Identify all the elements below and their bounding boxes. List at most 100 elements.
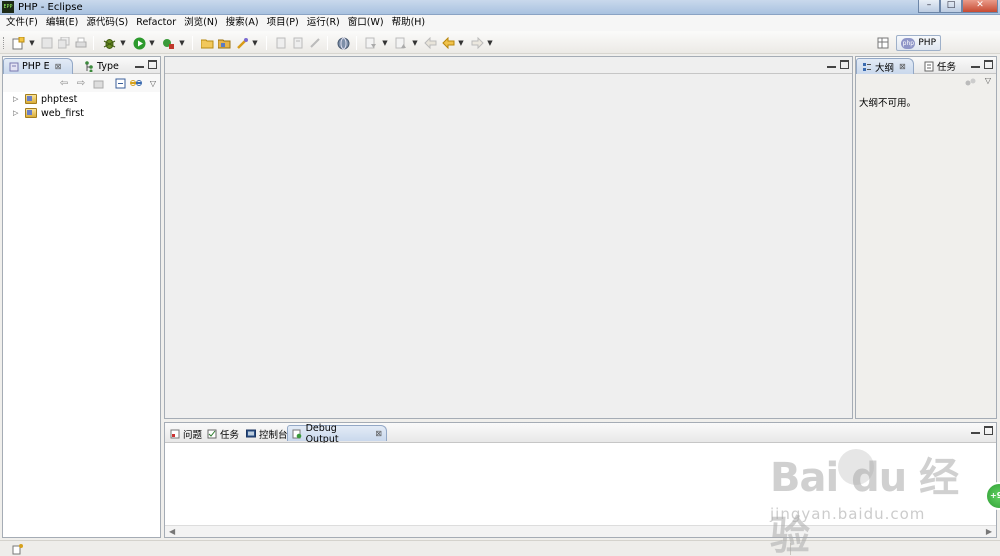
open-perspective-icon[interactable]	[876, 36, 890, 50]
fast-view-icon[interactable]	[12, 543, 24, 556]
outline-sort-icon[interactable]	[965, 77, 976, 90]
menu-navigate[interactable]: 浏览(N)	[180, 15, 222, 31]
up-icon[interactable]	[91, 76, 105, 90]
back-icon[interactable]	[440, 35, 456, 51]
minimize-view-icon[interactable]	[971, 428, 980, 434]
tab-tasks[interactable]: 任务	[202, 426, 243, 442]
close-tab-icon[interactable]: ⊠	[375, 429, 382, 438]
project-tree: ▷ phptest ▷ web_first	[3, 92, 160, 537]
toolbar-grip[interactable]	[3, 37, 6, 49]
tab-php-explorer-label: PHP E	[22, 61, 50, 72]
new-dropdown-icon[interactable]: ▼	[28, 35, 36, 51]
menu-file[interactable]: 文件(F)	[2, 15, 42, 31]
maximize-view-icon[interactable]	[148, 60, 157, 69]
minimize-button[interactable]: –	[918, 0, 940, 13]
tab-console[interactable]: 控制台	[241, 426, 292, 442]
menu-run[interactable]: 运行(R)	[303, 15, 344, 31]
tab-type-hierarchy[interactable]: Type	[79, 58, 123, 74]
globe-icon[interactable]	[335, 35, 351, 51]
scroll-right-icon[interactable]: ▶	[986, 527, 992, 536]
menu-search[interactable]: 搜索(A)	[222, 15, 263, 31]
open-project-icon[interactable]	[216, 35, 232, 51]
tab-problems[interactable]: 问题	[165, 426, 206, 442]
menu-project[interactable]: 项目(P)	[263, 15, 303, 31]
tab-tasks[interactable]: 任务	[919, 58, 960, 74]
run-icon[interactable]	[131, 35, 147, 51]
toolbar-separator	[327, 36, 328, 50]
view-controls	[135, 60, 157, 69]
menu-refactor[interactable]: Refactor	[132, 15, 180, 31]
external-tools-dropdown-icon[interactable]: ▼	[178, 35, 186, 51]
main-toolbar: ▼ ▼ ▼ ▼ ▼ ▼ ▼ ▼ ▼ php PHP	[0, 31, 1000, 54]
quick-access-dropdown-icon[interactable]: ▼	[251, 35, 259, 51]
new-file-icon[interactable]	[10, 35, 26, 51]
print-icon[interactable]	[73, 35, 89, 51]
save-all-icon[interactable]	[56, 35, 72, 51]
quick-access-icon[interactable]	[234, 35, 250, 51]
previous-annotation-dropdown-icon[interactable]: ▼	[411, 35, 419, 51]
php-perspective-icon: php	[901, 37, 916, 49]
next-annotation-dropdown-icon[interactable]: ▼	[381, 35, 389, 51]
block-selection-icon[interactable]	[307, 35, 323, 51]
back-icon[interactable]: ⇦	[57, 76, 71, 90]
tree-item[interactable]: ▷ web_first	[3, 106, 160, 120]
menu-bar: 文件(F) 编辑(E) 源代码(S) Refactor 浏览(N) 搜索(A) …	[0, 15, 1000, 31]
close-tab-icon[interactable]: ⊠	[55, 62, 62, 71]
tree-item[interactable]: ▷ phptest	[3, 92, 160, 106]
toggle-mark-occurrences-icon[interactable]	[290, 35, 306, 51]
debug-output-content[interactable]: ◀ ▶	[165, 443, 996, 537]
debug-icon[interactable]	[101, 35, 117, 51]
view-menu-icon[interactable]: ▽	[146, 76, 160, 90]
outline-panel: 大纲 ⊠ 任务 ▽ 大纲不可用。	[855, 56, 997, 419]
debug-output-icon	[292, 428, 303, 439]
forward-icon[interactable]: ⇨	[74, 76, 88, 90]
eclipse-app-icon: EPP	[2, 1, 14, 13]
menu-window[interactable]: 窗口(W)	[344, 15, 388, 31]
save-icon[interactable]	[39, 35, 55, 51]
view-menu-icon[interactable]: ▽	[985, 76, 991, 85]
maximize-view-icon[interactable]	[984, 426, 993, 435]
menu-help[interactable]: 帮助(H)	[388, 15, 430, 31]
tab-debug-output[interactable]: Debug Output ⊠	[287, 423, 387, 445]
minimize-view-icon[interactable]	[135, 62, 144, 68]
menu-edit[interactable]: 编辑(E)	[42, 15, 82, 31]
minimize-editor-icon[interactable]	[827, 62, 836, 68]
type-hierarchy-icon	[83, 60, 94, 72]
outline-unavailable-message: 大纲不可用。	[859, 98, 917, 109]
scroll-left-icon[interactable]: ◀	[169, 527, 175, 536]
php-project-icon	[25, 108, 37, 118]
debug-dropdown-icon[interactable]: ▼	[119, 35, 127, 51]
tree-item-label: phptest	[41, 93, 78, 105]
forward-icon[interactable]	[469, 35, 485, 51]
tasks-icon	[206, 429, 217, 440]
maximize-button[interactable]: □	[940, 0, 962, 13]
external-tools-icon[interactable]	[160, 35, 176, 51]
link-with-editor-icon[interactable]	[129, 76, 143, 90]
tab-php-explorer[interactable]: PHP E ⊠	[3, 58, 73, 74]
php-explorer-tabbar: PHP E ⊠ Type	[3, 57, 160, 74]
close-tab-icon[interactable]: ⊠	[899, 62, 906, 71]
menu-source[interactable]: 源代码(S)	[82, 15, 132, 31]
minimize-view-icon[interactable]	[971, 62, 980, 68]
view-controls	[971, 426, 993, 435]
maximize-editor-icon[interactable]	[840, 60, 849, 69]
status-bar	[0, 540, 1000, 556]
last-edit-location-icon[interactable]	[422, 35, 438, 51]
collapse-all-icon[interactable]	[113, 76, 127, 90]
back-dropdown-icon[interactable]: ▼	[457, 35, 465, 51]
close-button[interactable]: ✕	[962, 0, 998, 13]
toggle-breadcrumb-icon[interactable]	[273, 35, 289, 51]
horizontal-scrollbar[interactable]: ◀ ▶	[165, 525, 996, 537]
next-annotation-icon[interactable]	[363, 35, 379, 51]
maximize-view-icon[interactable]	[984, 60, 993, 69]
expand-icon[interactable]: ▷	[13, 109, 21, 117]
expand-icon[interactable]: ▷	[13, 95, 21, 103]
run-dropdown-icon[interactable]: ▼	[148, 35, 156, 51]
previous-annotation-icon[interactable]	[393, 35, 409, 51]
php-perspective-button[interactable]: php PHP	[896, 35, 941, 51]
tab-outline[interactable]: 大纲 ⊠	[856, 58, 914, 74]
bottom-tabbar: 问题 任务 控制台 Debug Output ⊠	[165, 423, 996, 445]
open-folder-icon[interactable]	[199, 35, 215, 51]
toolbar-separator	[266, 36, 267, 50]
forward-dropdown-icon[interactable]: ▼	[486, 35, 494, 51]
